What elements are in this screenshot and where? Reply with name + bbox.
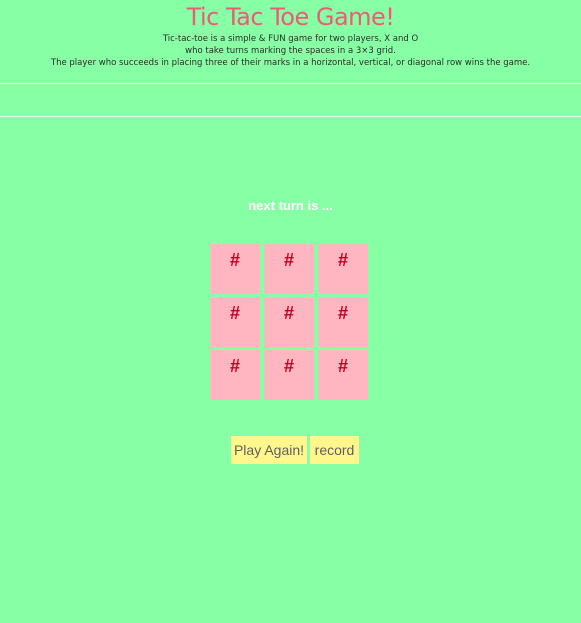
record-button[interactable]: record [310,436,359,464]
page-title: Tic Tac Toe Game! [186,3,395,31]
board-cell-6[interactable]: # [318,297,368,347]
board-cell-2[interactable]: # [264,244,314,294]
board-cell-3[interactable]: # [318,244,368,294]
description-line-3: The player who succeeds in placing three… [50,58,531,68]
game-board: # # # # # # # # # [210,244,368,400]
board-cell-7[interactable]: # [210,350,260,400]
divider-top [0,83,581,84]
board-cell-5[interactable]: # [264,297,314,347]
board-cell-4[interactable]: # [210,297,260,347]
description-line-1: Tic-tac-toe is a simple & FUN game for t… [162,34,419,44]
board-cell-9[interactable]: # [318,350,368,400]
board-cell-8[interactable]: # [264,350,314,400]
play-again-button[interactable]: Play Again! [231,436,307,464]
divider-bottom [0,116,581,117]
header: Tic Tac Toe Game! Tic-tac-toe is a simpl… [0,0,581,69]
turn-status: next turn is ... [248,198,333,213]
game-description: Tic-tac-toe is a simple & FUN game for t… [0,33,581,69]
board-cell-1[interactable]: # [210,244,260,294]
description-line-2: who take turns marking the spaces in a 3… [185,46,396,56]
